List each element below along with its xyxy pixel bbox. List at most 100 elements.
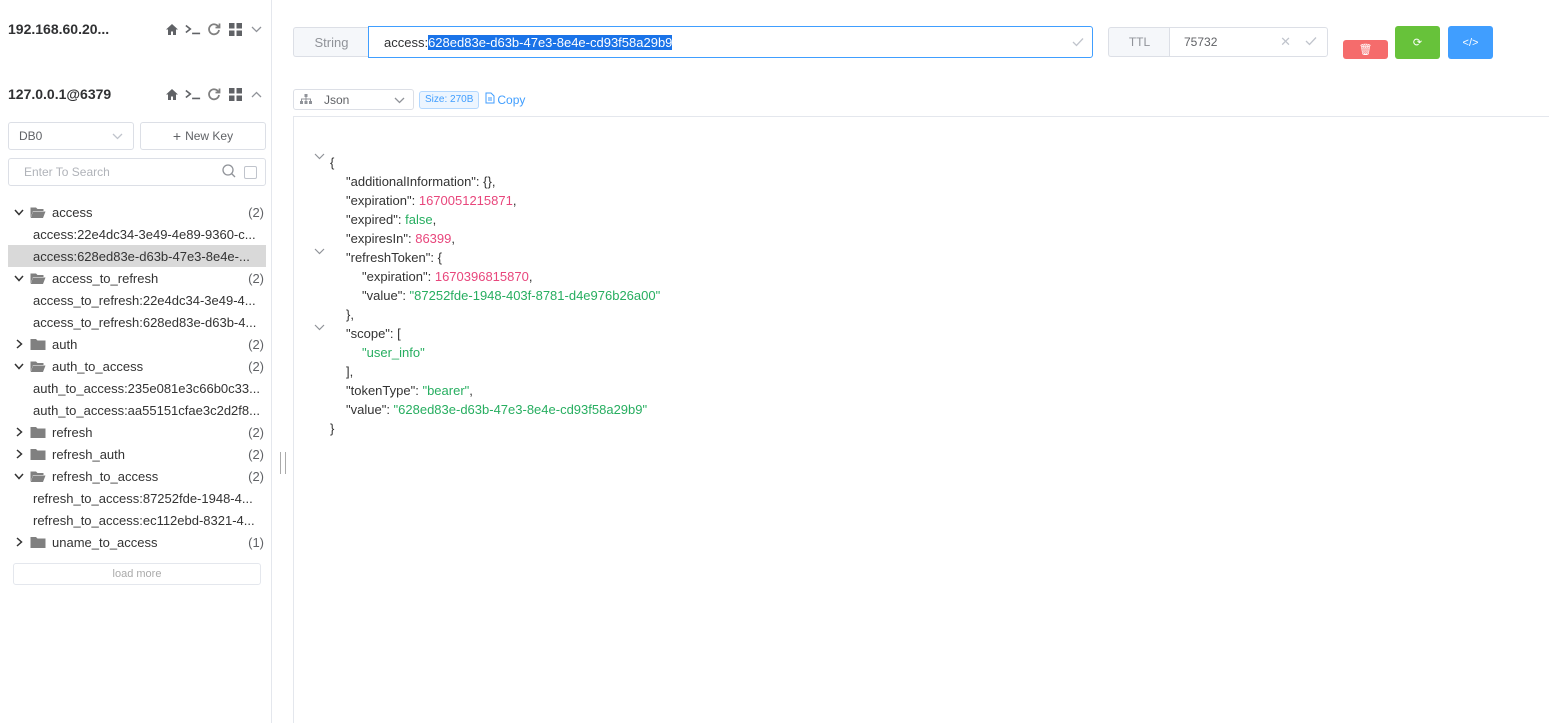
tree-key-item[interactable]: refresh_to_access:ec112ebd-8321-4... [8, 509, 266, 531]
check-icon[interactable] [1072, 35, 1084, 50]
connection-2[interactable]: 127.0.0.1@6379 [8, 79, 264, 109]
connection-name: 192.168.60.20... [8, 21, 110, 37]
fold-toggle-icon[interactable] [312, 153, 326, 160]
search-input[interactable]: Enter To Search [8, 158, 266, 186]
json-line: "additionalInformation": {}, [346, 174, 496, 189]
folder-label: auth [52, 336, 78, 352]
folder-count: (2) [248, 336, 264, 352]
folder-open-icon [30, 206, 46, 219]
tree-folder[interactable]: uname_to_access (1) [8, 531, 266, 553]
chevron-up-icon[interactable] [248, 86, 264, 102]
folder-label: access_to_refresh [52, 270, 159, 286]
terminal-icon[interactable] [185, 21, 201, 37]
fold-toggle-icon[interactable] [312, 324, 326, 331]
json-line: "user_info" [362, 345, 425, 360]
folder-open-icon [30, 470, 46, 483]
grid-icon[interactable] [227, 21, 243, 37]
refresh-icon[interactable] [206, 86, 222, 102]
home-icon[interactable] [164, 21, 180, 37]
folder-count: (2) [248, 358, 264, 374]
chevron-down-icon[interactable] [12, 473, 26, 480]
db-select[interactable]: DB0 [8, 122, 134, 150]
tree-key-item[interactable]: access:628ed83e-d63b-47e3-8e4e-... [8, 245, 266, 267]
key-type-label: String [293, 27, 369, 57]
new-key-label: New Key [185, 129, 234, 143]
tree-folder[interactable]: auth (2) [8, 333, 266, 355]
key-label: auth_to_access:aa55151cfae3c2d2f8... [33, 402, 260, 418]
tree-key-item[interactable]: access_to_refresh:22e4dc34-3e49-4... [8, 289, 266, 311]
key-label: auth_to_access:235e081e3c66b0c33... [33, 380, 260, 396]
refresh-icon[interactable] [206, 21, 222, 37]
chevron-right-icon[interactable] [12, 449, 26, 459]
exact-search-checkbox[interactable] [244, 165, 257, 179]
terminal-icon[interactable] [185, 86, 201, 102]
format-value: Json [324, 92, 350, 107]
copy-label: Copy [497, 92, 526, 107]
load-more-button[interactable]: load more [13, 563, 261, 585]
tree-folder[interactable]: auth_to_access (2) [8, 355, 266, 377]
folder-icon [30, 448, 46, 461]
tree-folder[interactable]: access_to_refresh (2) [8, 267, 266, 289]
home-icon[interactable] [164, 86, 180, 102]
resize-handle[interactable] [280, 452, 286, 474]
connection-1[interactable]: 192.168.60.20... [8, 14, 264, 44]
key-tree: access (2) access:22e4dc34-3e49-4e89-9360-… [8, 201, 266, 553]
refresh-icon: ⟳ [1412, 37, 1423, 49]
chevron-down-icon[interactable] [12, 363, 26, 370]
chevron-right-icon[interactable] [12, 537, 26, 547]
chevron-right-icon[interactable] [12, 427, 26, 437]
tree-key-item[interactable]: access_to_refresh:628ed83e-d63b-4... [8, 311, 266, 333]
chevron-down-icon [394, 93, 405, 107]
folder-count: (2) [248, 270, 264, 286]
plus-icon: + [172, 128, 182, 144]
json-line: "expiration": 1670396815870, [362, 269, 533, 284]
search-icon[interactable] [222, 163, 236, 181]
ttl-input[interactable]: 75732 ✕ [1169, 27, 1328, 57]
json-line: "tokenType": "bearer", [346, 383, 473, 398]
tree-key-item[interactable]: refresh_to_access:87252fde-1948-4... [8, 487, 266, 509]
folder-count: (2) [248, 204, 264, 220]
tree-key-item[interactable]: auth_to_access:aa55151cfae3c2d2f8... [8, 399, 266, 421]
folder-label: access [52, 204, 93, 220]
folder-icon [30, 338, 46, 351]
tree-folder[interactable]: access (2) [8, 201, 266, 223]
tree-key-item[interactable]: auth_to_access:235e081e3c66b0c33... [8, 377, 266, 399]
trash-icon: 🗑 [1358, 44, 1373, 56]
key-label: access_to_refresh:628ed83e-d63b-4... [33, 314, 257, 330]
dump-command-button[interactable]: </> [1448, 26, 1493, 59]
check-icon[interactable] [1305, 35, 1317, 49]
ttl-label: TTL [1108, 27, 1170, 57]
folder-open-icon [30, 360, 46, 373]
tree-folder[interactable]: refresh_auth (2) [8, 443, 266, 465]
tree-key-item[interactable]: access:22e4dc34-3e49-4e89-9360-c... [8, 223, 266, 245]
json-viewer[interactable]: { "additionalInformation": {}, "expirati… [293, 116, 1549, 723]
key-name-input[interactable]: access: 628ed83e-d63b-47e3-8e4e-cd93f58a2… [368, 26, 1093, 58]
search-placeholder: Enter To Search [24, 165, 110, 179]
folder-count: (2) [248, 468, 264, 484]
new-key-button[interactable]: + New Key [140, 122, 266, 150]
ttl-value: 75732 [1184, 35, 1218, 49]
key-label: refresh_to_access:87252fde-1948-4... [33, 490, 253, 506]
chevron-right-icon[interactable] [12, 339, 26, 349]
grid-icon[interactable] [227, 86, 243, 102]
chevron-down-icon[interactable] [12, 209, 26, 216]
chevron-down-icon[interactable] [12, 275, 26, 282]
delete-key-button[interactable]: 🗑 [1343, 40, 1388, 59]
json-line: { [312, 153, 660, 172]
chevron-down-icon[interactable] [248, 21, 264, 37]
folder-label: refresh_to_access [52, 468, 159, 484]
json-line: "value": "628ed83e-d63b-47e3-8e4e-cd93f5… [346, 402, 648, 417]
fold-toggle-icon[interactable] [312, 248, 326, 255]
tree-folder[interactable]: refresh_to_access (2) [8, 465, 266, 487]
json-line: "value": "87252fde-1948-403f-8781-d4e976… [362, 288, 661, 303]
copy-button[interactable]: Copy [485, 92, 525, 107]
clear-icon[interactable]: ✕ [1280, 34, 1291, 50]
format-select[interactable]: Json [293, 89, 414, 110]
refresh-key-button[interactable]: ⟳ [1395, 26, 1440, 59]
folder-count: (2) [248, 424, 264, 440]
json-line: "refreshToken": { [312, 248, 660, 267]
key-selected-text: 628ed83e-d63b-47e3-8e4e-cd93f58a29b9 [428, 34, 673, 50]
json-line: "expiration": 1670051215871, [346, 193, 517, 208]
tree-folder[interactable]: refresh (2) [8, 421, 266, 443]
folder-open-icon [30, 272, 46, 285]
